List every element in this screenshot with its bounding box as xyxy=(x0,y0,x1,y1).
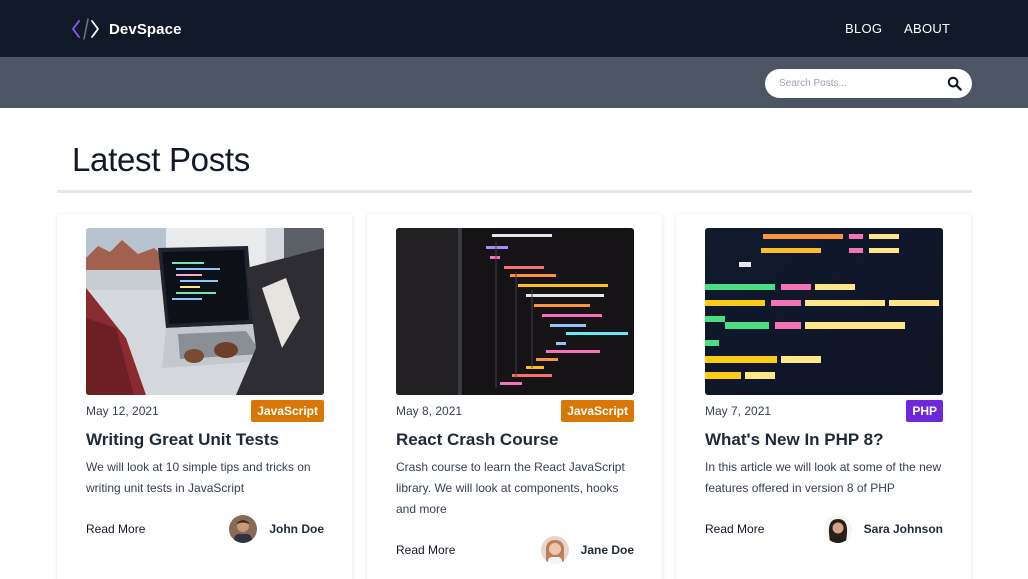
read-more-link[interactable]: Read More xyxy=(86,522,145,536)
search-icon[interactable] xyxy=(947,76,962,91)
category-badge: JavaScript xyxy=(561,400,634,422)
post-title-link[interactable]: Writing Great Unit Tests xyxy=(86,430,279,450)
post-image[interactable] xyxy=(86,228,324,395)
post-author: John Doe xyxy=(229,515,324,543)
nav-about-link[interactable]: ABOUT xyxy=(904,21,950,36)
post-image[interactable] xyxy=(396,228,634,395)
author-avatar xyxy=(540,536,569,564)
post-image[interactable] xyxy=(705,228,943,395)
post-title-link[interactable]: What's New In PHP 8? xyxy=(705,430,883,450)
title-divider xyxy=(57,190,972,193)
search-form xyxy=(765,69,972,98)
post-card: May 8, 2021 JavaScript React Crash Cours… xyxy=(367,214,662,579)
brand-logo-link[interactable]: DevSpace xyxy=(72,17,182,41)
brand-name: DevSpace xyxy=(109,20,182,38)
read-more-link[interactable]: Read More xyxy=(396,543,455,557)
code-brackets-icon xyxy=(72,18,99,40)
author-name: Jane Doe xyxy=(580,543,634,557)
post-date: May 12, 2021 xyxy=(86,404,159,418)
post-card: May 7, 2021 PHP What's New In PHP 8? In … xyxy=(676,214,971,579)
post-title-link[interactable]: React Crash Course xyxy=(396,430,559,450)
category-badge: PHP xyxy=(906,400,943,422)
post-date: May 8, 2021 xyxy=(396,404,463,418)
author-avatar xyxy=(229,515,258,543)
post-date: May 7, 2021 xyxy=(705,404,772,418)
navbar: DevSpace BLOG ABOUT xyxy=(0,0,1028,57)
author-name: Sara Johnson xyxy=(863,522,943,536)
author-avatar xyxy=(823,515,852,543)
post-card: May 12, 2021 JavaScript Writing Great Un… xyxy=(57,214,352,579)
author-name: John Doe xyxy=(269,522,324,536)
post-excerpt: Crash course to learn the React JavaScri… xyxy=(396,460,625,516)
php-code-photo xyxy=(705,228,943,395)
nav-blog-link[interactable]: BLOG xyxy=(845,21,882,36)
laptop-photo xyxy=(86,228,324,395)
page-title: Latest Posts xyxy=(72,141,250,178)
search-input[interactable] xyxy=(779,74,939,93)
post-author: Sara Johnson xyxy=(823,515,943,543)
post-author: Jane Doe xyxy=(540,536,634,564)
post-excerpt: In this article we will look at some of … xyxy=(705,460,942,495)
react-code-photo xyxy=(396,228,634,395)
read-more-link[interactable]: Read More xyxy=(705,522,764,536)
search-bar xyxy=(0,57,1028,108)
category-badge: JavaScript xyxy=(251,400,324,422)
post-excerpt: We will look at 10 simple tips and trick… xyxy=(86,460,311,495)
